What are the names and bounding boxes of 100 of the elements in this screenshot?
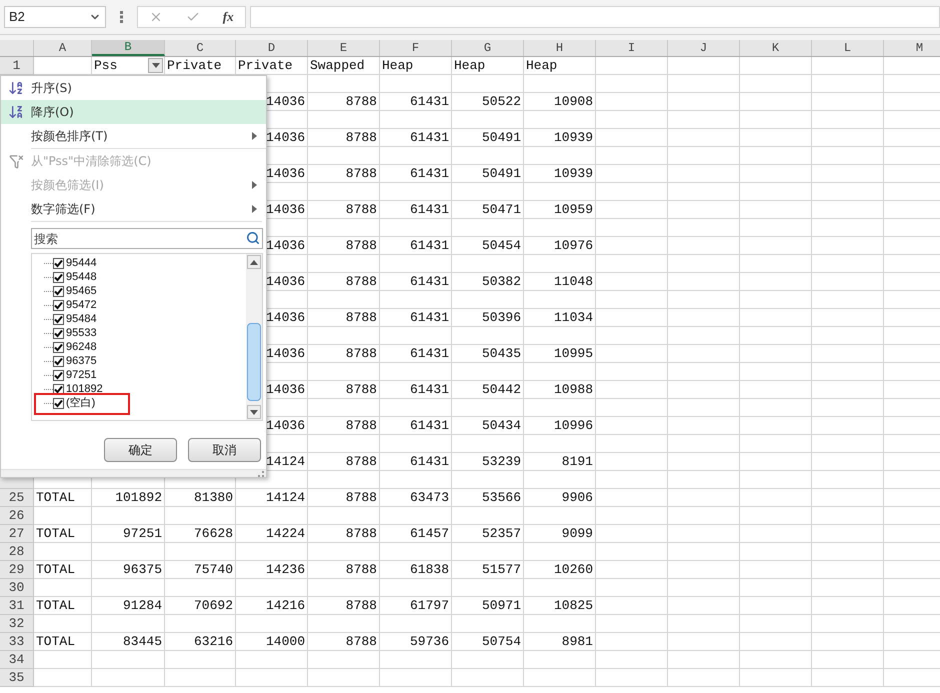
empty-cell[interactable] [380,435,452,453]
search-field[interactable]: 搜索 [31,228,263,249]
empty-cell[interactable] [596,417,668,435]
empty-cell[interactable] [740,255,812,273]
cell-frame[interactable]: 8788 [308,381,380,399]
empty-cell[interactable] [596,291,668,309]
empty-cell[interactable] [668,75,740,93]
empty-cell[interactable] [524,579,596,597]
row-header[interactable]: 31 [0,597,34,615]
empty-cell[interactable] [452,219,524,237]
empty-cell[interactable] [812,633,884,651]
empty-cell[interactable] [812,489,884,507]
empty-cell[interactable] [740,651,812,669]
cell-frame[interactable]: 53239 [452,453,524,471]
cell-frame[interactable]: 8788 [308,273,380,291]
empty-cell[interactable] [668,489,740,507]
cell-frame[interactable]: 8788 [308,597,380,615]
cell-frame[interactable]: 83445 [92,633,165,651]
empty-cell[interactable] [812,327,884,345]
empty-cell[interactable] [524,183,596,201]
cell-frame[interactable]: 50396 [452,309,524,327]
empty-cell[interactable] [308,669,380,687]
cell-frame[interactable]: 10260 [524,561,596,579]
cell-frame[interactable]: 52357 [452,525,524,543]
cell-frame[interactable]: 61457 [380,525,452,543]
empty-cell[interactable] [308,615,380,633]
empty-cell[interactable] [308,327,380,345]
empty-cell[interactable] [596,651,668,669]
cell-frame[interactable]: 75740 [165,561,236,579]
empty-cell[interactable] [92,615,165,633]
cell-frame[interactable]: 10996 [524,417,596,435]
empty-cell[interactable] [668,93,740,111]
empty-cell[interactable] [668,345,740,363]
empty-cell[interactable] [668,57,740,75]
cell-frame[interactable]: 8788 [308,489,380,507]
value-label[interactable]: 96248 [66,338,97,356]
value-label[interactable]: 95484 [66,310,97,328]
empty-cell[interactable] [596,165,668,183]
cell-frame[interactable]: 50522 [452,93,524,111]
formula-input[interactable] [250,6,940,28]
empty-cell[interactable] [668,237,740,255]
empty-cell[interactable] [740,525,812,543]
empty-cell[interactable] [380,219,452,237]
cell-frame[interactable]: 50971 [452,597,524,615]
cell-frame[interactable]: Heap [452,57,524,75]
checkbox[interactable] [53,384,64,394]
empty-cell[interactable] [452,669,524,687]
cell-frame[interactable]: 96375 [92,561,165,579]
cell-frame[interactable]: 8788 [308,525,380,543]
empty-cell[interactable] [380,579,452,597]
empty-cell[interactable] [812,93,884,111]
empty-cell[interactable] [308,651,380,669]
empty-cell[interactable] [740,597,812,615]
empty-cell[interactable] [668,417,740,435]
empty-cell[interactable] [812,57,884,75]
cell-frame[interactable]: 11048 [524,273,596,291]
empty-cell[interactable] [380,651,452,669]
cell-frame[interactable]: 8788 [308,345,380,363]
cell-frame[interactable]: 8788 [308,129,380,147]
empty-cell[interactable] [812,525,884,543]
empty-cell[interactable] [596,669,668,687]
empty-cell[interactable] [668,615,740,633]
empty-cell[interactable] [668,651,740,669]
empty-cell[interactable] [596,561,668,579]
empty-cell[interactable] [380,399,452,417]
scrollbar[interactable] [246,254,262,420]
empty-cell[interactable] [452,75,524,93]
value-label[interactable]: 95448 [66,268,97,286]
cell-frame[interactable]: 10976 [524,237,596,255]
empty-cell[interactable] [452,255,524,273]
empty-cell[interactable] [236,615,308,633]
cell-frame[interactable]: 14124 [236,453,308,471]
empty-cell[interactable] [452,183,524,201]
empty-cell[interactable] [668,165,740,183]
empty-cell[interactable] [740,615,812,633]
checkbox[interactable] [53,314,64,324]
empty-cell[interactable] [380,75,452,93]
column-header[interactable]: C [165,40,236,56]
empty-cell[interactable] [596,471,668,489]
empty-cell[interactable] [308,255,380,273]
checkbox[interactable] [53,370,64,380]
empty-cell[interactable] [308,291,380,309]
empty-cell[interactable] [452,615,524,633]
row-header[interactable]: 34 [0,651,34,669]
column-header[interactable]: E [308,40,380,56]
cell-frame[interactable]: 61431 [380,237,452,255]
empty-cell[interactable] [668,669,740,687]
empty-cell[interactable] [596,57,668,75]
empty-cell[interactable] [812,345,884,363]
empty-cell[interactable] [452,471,524,489]
empty-cell[interactable] [165,507,236,525]
cell-frame[interactable]: 91284 [92,597,165,615]
empty-cell[interactable] [524,543,596,561]
empty-cell[interactable] [668,435,740,453]
empty-cell[interactable] [596,597,668,615]
cell-frame[interactable]: 14036 [236,309,308,327]
empty-cell[interactable] [236,669,308,687]
dialog-button[interactable]: 取消 [188,438,261,462]
empty-cell[interactable] [380,543,452,561]
empty-cell[interactable] [668,273,740,291]
